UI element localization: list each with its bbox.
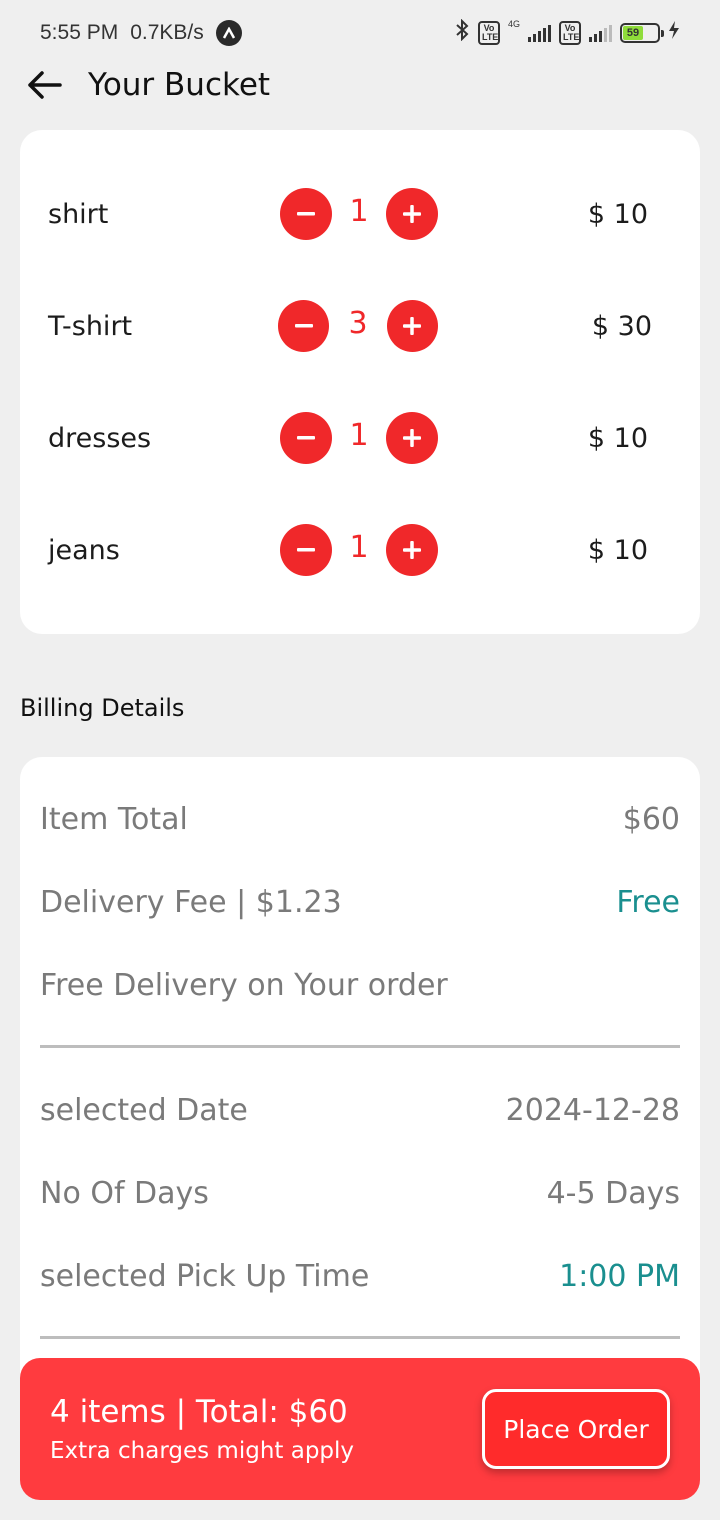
battery-level: 59: [623, 26, 644, 40]
minus-icon: [297, 436, 315, 440]
cart-item-row: dresses 1 $ 10: [20, 408, 700, 468]
item-total-row: Item Total $60: [40, 797, 680, 841]
decrease-qty-button[interactable]: [280, 524, 332, 576]
item-total-value: $60: [622, 801, 680, 837]
pickup-time-value: 1:00 PM: [559, 1258, 680, 1294]
quantity-stepper: 1: [280, 520, 440, 580]
order-summary-bar: 4 items | Total: $60 Extra charges might…: [20, 1358, 700, 1500]
signal-icon: [528, 24, 551, 42]
no-of-days-row: No Of Days 4-5 Days: [40, 1171, 680, 1215]
battery-icon: 59: [620, 23, 664, 43]
quantity-value: 1: [349, 417, 369, 453]
back-button[interactable]: [24, 65, 64, 105]
volte-icon: Vo LTE: [477, 21, 500, 45]
order-summary-text: 4 items | Total: $60: [50, 1394, 348, 1430]
decrease-qty-button[interactable]: [280, 188, 332, 240]
selected-date-value: 2024-12-28: [505, 1092, 680, 1128]
item-price: $ 10: [587, 422, 648, 454]
item-name: dresses: [48, 422, 152, 454]
volte-icon-2: Vo LTE: [559, 21, 581, 45]
arrow-left-icon: [28, 71, 62, 99]
status-bar: 5:55 PM 0.7KB/s Vo LTE 4G Vo LTE 59: [0, 0, 720, 66]
billing-divider: [40, 1045, 680, 1048]
app-header: Your Bucket: [0, 60, 720, 110]
delivery-fee-value: Free: [616, 884, 680, 920]
cart-item-row: jeans 1 $ 10: [20, 520, 700, 580]
extra-charges-note: Extra charges might apply: [50, 1438, 355, 1464]
quantity-stepper: 1: [280, 184, 440, 244]
pickup-time-row: selected Pick Up Time 1:00 PM: [40, 1254, 680, 1298]
increase-qty-button[interactable]: [386, 188, 438, 240]
cart-items-card: shirt 1 $ 10 T-shirt 3 $ 30 dresses 1 $ …: [20, 130, 700, 634]
plus-icon: [403, 205, 421, 223]
decrease-qty-button[interactable]: [280, 412, 332, 464]
selected-date-label: selected Date: [40, 1092, 248, 1128]
plus-icon: [403, 317, 422, 335]
item-name: T-shirt: [48, 310, 133, 342]
increase-qty-button[interactable]: [386, 524, 438, 576]
cart-item-row: shirt 1 $ 10: [20, 184, 700, 244]
quantity-stepper: 3: [278, 296, 438, 356]
charging-icon: [668, 20, 680, 46]
page-title: Your Bucket: [88, 67, 271, 103]
item-price: $ 10: [587, 534, 648, 566]
free-delivery-note-row: Free Delivery on Your order: [40, 963, 680, 1007]
quantity-value: 1: [349, 193, 369, 229]
status-right: Vo LTE 4G Vo LTE 59: [454, 18, 680, 47]
status-net-speed: 0.7KB/s: [130, 21, 204, 44]
minus-icon: [294, 324, 313, 328]
app-notification-icon: [215, 20, 242, 46]
increase-qty-button[interactable]: [386, 412, 438, 464]
minus-icon: [297, 548, 315, 552]
status-left: 5:55 PM 0.7KB/s: [40, 20, 242, 46]
item-name: shirt: [48, 198, 109, 230]
pickup-time-label: selected Pick Up Time: [40, 1258, 370, 1294]
place-order-button[interactable]: Place Order: [482, 1389, 670, 1469]
plus-icon: [403, 541, 421, 559]
no-of-days-label: No Of Days: [40, 1175, 209, 1211]
signal-icon-2: [589, 24, 612, 42]
plus-icon: [403, 429, 421, 447]
network-type-label: 4G: [507, 19, 520, 29]
billing-divider-2: [40, 1336, 680, 1339]
bluetooth-icon: [454, 18, 470, 47]
item-total-label: Item Total: [40, 801, 188, 837]
no-of-days-value: 4-5 Days: [546, 1175, 680, 1211]
item-price: $ 10: [587, 198, 648, 230]
status-time: 5:55 PM: [40, 21, 119, 44]
minus-icon: [297, 212, 315, 216]
cart-item-row: T-shirt 3 $ 30: [20, 296, 700, 356]
increase-qty-button[interactable]: [386, 300, 438, 352]
decrease-qty-button[interactable]: [278, 300, 330, 352]
billing-details-heading: Billing Details: [20, 694, 185, 722]
delivery-fee-row: Delivery Fee | $1.23 Free: [40, 880, 680, 924]
quantity-stepper: 1: [280, 408, 440, 468]
quantity-value: 1: [349, 529, 369, 565]
item-name: jeans: [48, 534, 120, 566]
item-price: $ 30: [591, 310, 652, 342]
free-delivery-note: Free Delivery on Your order: [40, 967, 448, 1003]
selected-date-row: selected Date 2024-12-28: [40, 1088, 680, 1132]
quantity-value: 3: [348, 305, 368, 341]
delivery-fee-label: Delivery Fee | $1.23: [40, 884, 342, 920]
billing-details-card: Item Total $60 Delivery Fee | $1.23 Free…: [20, 757, 700, 1397]
